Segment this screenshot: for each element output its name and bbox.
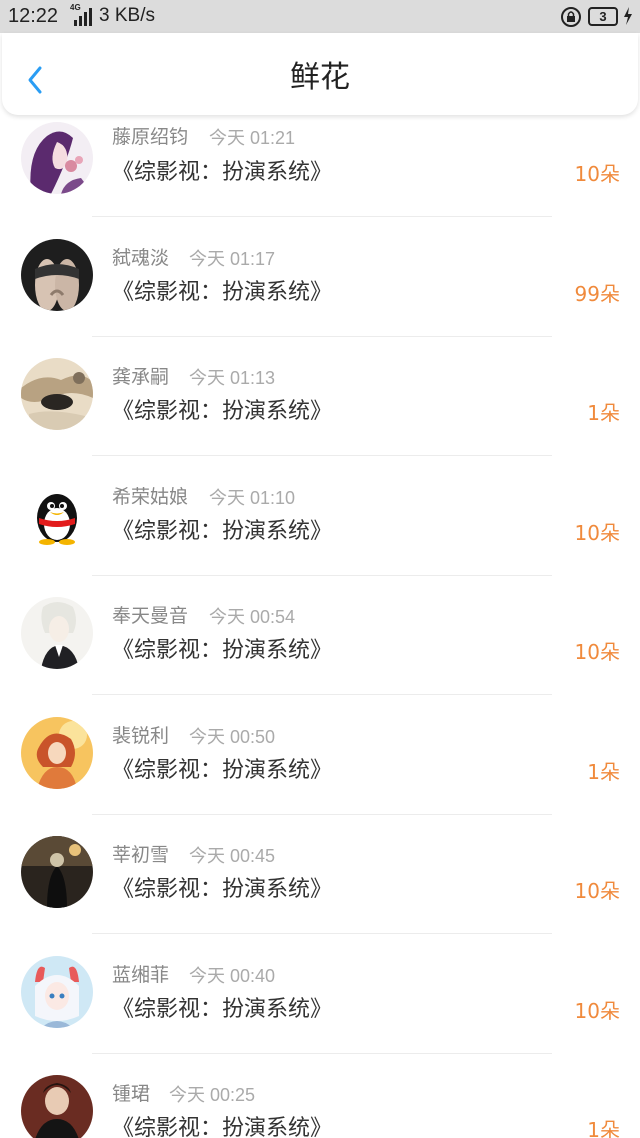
signal-icon bbox=[74, 8, 92, 26]
avatar bbox=[21, 836, 93, 908]
user-name: 锺珺 bbox=[112, 1083, 151, 1105]
timestamp: 今天 01:21 bbox=[209, 128, 296, 148]
user-name: 蓝缃菲 bbox=[112, 963, 170, 986]
flower-count: 99朵 bbox=[574, 281, 620, 306]
list-item[interactable]: 弑魂淡 今天 01:17 《综影视：扮演系统》 99朵 bbox=[0, 217, 640, 337]
flower-count: 1朵 bbox=[587, 1118, 620, 1138]
flower-count: 10朵 bbox=[574, 520, 620, 545]
timestamp: 今天 00:54 bbox=[209, 607, 296, 627]
charging-icon bbox=[624, 7, 632, 25]
book-title[interactable]: 《综影视：扮演系统》 bbox=[112, 1115, 332, 1138]
book-title[interactable]: 《综影视：扮演系统》 bbox=[112, 996, 332, 1024]
network-speed: 3 KB/s bbox=[99, 5, 155, 26]
user-name: 龚承嗣 bbox=[112, 366, 170, 388]
user-name: 裴锐利 bbox=[112, 724, 170, 747]
page-title: 鲜花 bbox=[290, 60, 350, 95]
list-item[interactable]: 希荣姑娘 今天 01:10 《综影视：扮演系统》 10朵 bbox=[0, 456, 640, 576]
list-item[interactable]: 锺珺 今天 00:25 《综影视：扮演系统》 1朵 bbox=[0, 1053, 640, 1138]
timestamp: 今天 00:45 bbox=[189, 846, 276, 866]
timestamp: 今天 00:50 bbox=[189, 726, 276, 747]
app-header: 鲜花 bbox=[2, 33, 638, 115]
book-title[interactable]: 《综影视：扮演系统》 bbox=[112, 518, 332, 546]
book-title[interactable]: 《综影视：扮演系统》 bbox=[112, 876, 332, 904]
avatar bbox=[21, 358, 93, 430]
user-name: 希荣姑娘 bbox=[112, 485, 189, 508]
book-title[interactable]: 《综影视：扮演系统》 bbox=[112, 398, 332, 426]
user-name: 藤原绍钧 bbox=[112, 126, 189, 148]
flower-count: 1朵 bbox=[587, 401, 620, 425]
book-title[interactable]: 《综影视：扮演系统》 bbox=[112, 279, 332, 307]
list-item[interactable]: 裴锐利 今天 00:50 《综影视：扮演系统》 1朵 bbox=[0, 695, 640, 815]
battery-icon: 3 bbox=[588, 7, 618, 26]
book-title[interactable]: 《综影视：扮演系统》 bbox=[112, 757, 332, 785]
book-title[interactable]: 《综影视：扮演系统》 bbox=[112, 637, 332, 665]
user-name: 莘初雪 bbox=[112, 844, 170, 866]
qq-penguin-avatar bbox=[21, 477, 93, 550]
user-name: 奉天曼音 bbox=[112, 605, 189, 627]
list-item[interactable]: 莘初雪 今天 00:45 《综影视：扮演系统》 10朵 bbox=[0, 814, 640, 934]
flower-count: 10朵 bbox=[574, 162, 620, 186]
avatar bbox=[21, 716, 93, 789]
flower-list[interactable]: 藤原绍钧 今天 01:21 《综影视：扮演系统》 10朵 弑魂淡 今天 01:1… bbox=[0, 0, 640, 1138]
avatar bbox=[21, 122, 93, 194]
timestamp: 今天 01:10 bbox=[209, 487, 296, 508]
timestamp: 今天 01:17 bbox=[189, 248, 276, 269]
list-item[interactable]: 奉天曼音 今天 00:54 《综影视：扮演系统》 10朵 bbox=[0, 575, 640, 695]
avatar bbox=[21, 597, 93, 669]
list-item[interactable]: 蓝缃菲 今天 00:40 《综影视：扮演系统》 10朵 bbox=[0, 934, 640, 1054]
list-item[interactable]: 龚承嗣 今天 01:13 《综影视：扮演系统》 1朵 bbox=[0, 336, 640, 456]
flower-count: 10朵 bbox=[574, 640, 620, 664]
flower-count: 1朵 bbox=[587, 759, 620, 784]
avatar bbox=[21, 955, 93, 1028]
flower-count: 10朵 bbox=[574, 998, 620, 1023]
lock-icon bbox=[561, 7, 581, 27]
avatar bbox=[21, 238, 93, 311]
book-title[interactable]: 《综影视：扮演系统》 bbox=[112, 159, 332, 187]
timestamp: 今天 00:25 bbox=[169, 1085, 256, 1105]
status-time: 12:22 bbox=[8, 5, 59, 27]
user-name: 弑魂淡 bbox=[112, 246, 170, 269]
timestamp: 今天 01:13 bbox=[189, 368, 276, 388]
flower-count: 10朵 bbox=[574, 879, 620, 903]
status-bar: 12:22 4G 3 KB/s 3 bbox=[0, 0, 640, 33]
timestamp: 今天 00:40 bbox=[189, 965, 276, 986]
avatar bbox=[21, 1075, 93, 1138]
